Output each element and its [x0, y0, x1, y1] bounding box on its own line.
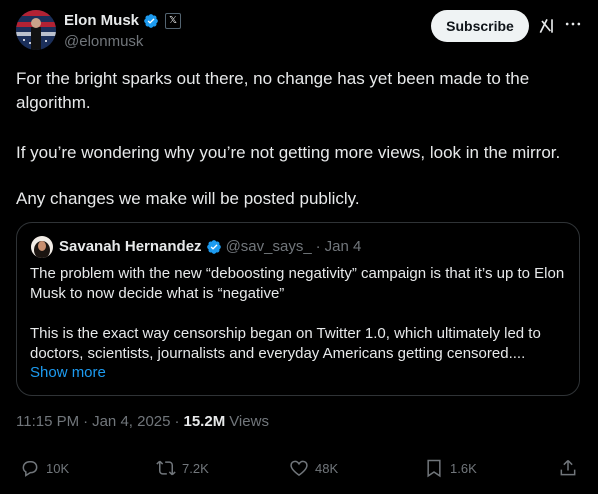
author-handle[interactable]: @elonmusk: [64, 33, 143, 50]
tweet-paragraph: If you’re wondering why you’re not getti…: [16, 143, 561, 162]
bookmark-count: 1.6K: [450, 460, 477, 476]
author-name-row: Elon Musk 𝕏: [64, 12, 182, 29]
show-more-link[interactable]: Show more: [30, 364, 106, 381]
meta-separator: ·: [83, 413, 89, 430]
quoted-paragraph: This is the exact way censorship began o…: [30, 325, 541, 362]
quoted-tweet-card[interactable]: Savanah Hernandez @sav_says_ · Jan 4 The…: [16, 222, 580, 396]
grok-icon[interactable]: [537, 16, 557, 36]
reply-button[interactable]: 10K: [20, 458, 69, 478]
repost-button[interactable]: 7.2K: [156, 458, 209, 478]
share-button[interactable]: [558, 458, 578, 478]
tweet-paragraph: Any changes we make will be posted publi…: [16, 189, 360, 208]
avatar-image: [16, 10, 56, 50]
author-name[interactable]: Elon Musk: [64, 12, 139, 29]
quoted-avatar-image: [31, 236, 53, 258]
subscribe-button[interactable]: Subscribe: [431, 10, 529, 42]
like-count: 48K: [315, 460, 339, 476]
bookmark-icon: [427, 459, 441, 478]
share-icon: [560, 459, 576, 476]
views-label: Views: [229, 413, 269, 430]
quoted-separator: ·: [315, 238, 321, 255]
reply-count: 10K: [46, 460, 70, 476]
tweet-date[interactable]: Jan 4, 2025: [92, 413, 170, 430]
repost-icon: [156, 460, 176, 476]
tweet-time[interactable]: 11:15 PM: [16, 413, 79, 430]
bookmark-button[interactable]: 1.6K: [424, 458, 477, 478]
quoted-author-name[interactable]: Savanah Hernandez: [59, 238, 202, 255]
meta-separator: ·: [174, 413, 180, 430]
more-icon[interactable]: [563, 14, 583, 34]
quoted-author-avatar[interactable]: [31, 236, 53, 258]
heart-icon: [290, 460, 308, 477]
tweet-paragraph: For the bright sparks out there, no chan…: [16, 69, 530, 112]
tweet-meta: 11:15 PM · Jan 4, 2025 · 15.2M Views: [16, 413, 269, 430]
author-avatar[interactable]: [16, 10, 56, 50]
repost-count: 7.2K: [182, 460, 209, 476]
quoted-author-row: Savanah Hernandez @sav_says_ · Jan 4: [59, 238, 361, 255]
quoted-paragraph: The problem with the new “deboosting neg…: [30, 265, 565, 302]
verified-badge-icon: [144, 13, 158, 28]
views-count: 15.2M: [183, 413, 226, 430]
like-button[interactable]: 48K: [289, 458, 338, 478]
tweet-container: Elon Musk 𝕏 @elonmusk Subscribe For the …: [0, 0, 598, 494]
reply-icon: [22, 461, 38, 477]
verified-badge-icon: [206, 239, 221, 254]
quoted-author-handle[interactable]: @sav_says_: [226, 238, 312, 255]
action-bar: 10K 7.2K 48K 1.6K: [0, 458, 598, 486]
x-logo-icon: 𝕏: [165, 12, 182, 29]
quoted-date[interactable]: Jan 4: [325, 238, 362, 255]
